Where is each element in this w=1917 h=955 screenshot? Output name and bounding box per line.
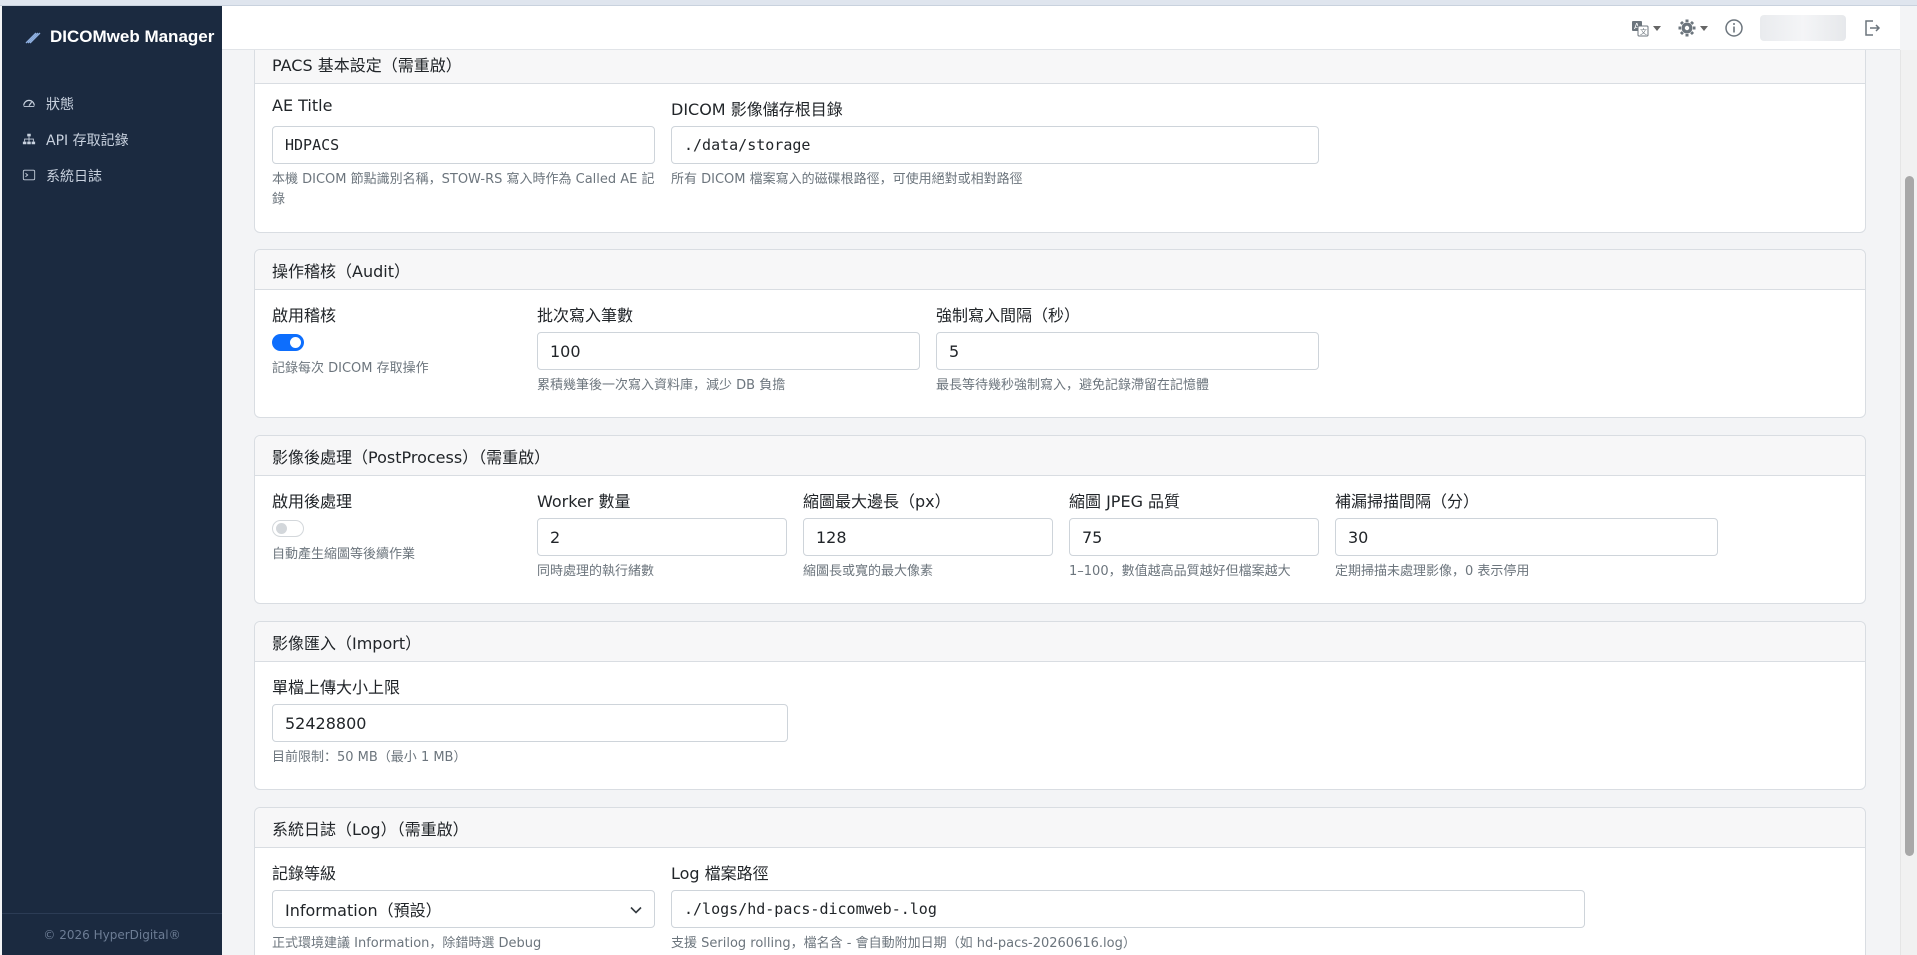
field-label: 強制寫入間隔（秒）	[936, 306, 1081, 325]
sidebar-item-label: 狀態	[46, 97, 74, 113]
field-label: 單檔上傳大小上限	[272, 678, 401, 697]
field-help: 本機 DICOM 節點識別名稱，STOW-RS 寫入時作為 Called AE …	[272, 172, 655, 207]
field-help: 1–100，數值越高品質越好但檔案越大	[1069, 564, 1291, 579]
chevron-down-icon	[1700, 25, 1708, 31]
info-icon	[1725, 19, 1743, 37]
sitemap-icon	[22, 132, 38, 148]
sidebar-item-api-log[interactable]: API 存取記錄	[2, 122, 222, 158]
flush-interval-input[interactable]: 5	[936, 332, 1319, 370]
logout-icon	[1865, 20, 1881, 36]
chevron-down-icon	[630, 906, 642, 914]
settings-dropdown[interactable]	[1677, 18, 1708, 38]
sidebar-footer: © 2026 HyperDigital®	[2, 913, 222, 955]
card-audit: 操作稽核（Audit） 啟用稽核 記錄每次 DICOM 存取操作 批次寫入筆數 …	[254, 249, 1866, 418]
thumb-max-input[interactable]: 128	[803, 518, 1053, 556]
field-help: 目前限制：50 MB（最小 1 MB）	[272, 750, 467, 765]
card-postprocess: 影像後處理（PostProcess）（需重啟） 啟用後處理 自動產生縮圖等後續作…	[254, 435, 1866, 604]
brand[interactable]: DICOMweb Manager	[2, 6, 222, 68]
logout-button[interactable]	[1862, 18, 1882, 38]
chevron-down-icon	[1653, 25, 1661, 31]
field-label: 啟用後處理	[272, 492, 353, 511]
sidebar-nav: 狀態 API 存取記錄 系統日誌	[2, 86, 222, 194]
ae-title-input[interactable]: HDPACS	[272, 126, 655, 164]
workers-input[interactable]: 2	[537, 518, 787, 556]
field-scan-interval: 補漏掃描間隔（分） 30 定期掃描未處理影像，0 表示停用	[1335, 488, 1718, 582]
log-level-select[interactable]: Information（預設）	[272, 890, 655, 928]
toggle-knob	[290, 337, 301, 348]
card-import: 影像匯入（Import） 單檔上傳大小上限 52428800 目前限制：50 M…	[254, 621, 1866, 790]
field-label: Log 檔案路徑	[671, 864, 769, 883]
field-help: 支援 Serilog rolling，檔名含 - 會自動附加日期（如 hd-pa…	[671, 936, 1136, 951]
field-help: 同時處理的執行緒數	[537, 564, 655, 579]
field-help: 所有 DICOM 檔案寫入的磁碟根路徑，可使用絕對或相對路徑	[671, 172, 1023, 187]
field-label: 啟用稽核	[272, 306, 337, 325]
field-help: 自動產生縮圖等後續作業	[272, 547, 416, 562]
card-title: PACS 基本設定（需重啟）	[255, 50, 1865, 84]
field-storage-root: DICOM 影像儲存根目錄 ./data/storage 所有 DICOM 檔案…	[671, 96, 1319, 190]
sidebar: DICOMweb Manager 狀態 API 存取記錄 系統日誌 © 2026…	[2, 6, 222, 955]
top-header: A文	[222, 6, 1900, 50]
svg-text:文: 文	[1640, 27, 1647, 36]
field-batch-size: 批次寫入筆數 100 累積幾筆後一次寫入資料庫，減少 DB 負擔	[537, 302, 920, 396]
dashboard-gauge-icon	[22, 96, 38, 112]
info-button[interactable]	[1724, 18, 1744, 38]
translate-icon: A文	[1632, 21, 1649, 37]
brand-name: DICOMweb Manager	[50, 27, 215, 46]
field-label: 記錄等級	[272, 864, 337, 883]
batch-size-input[interactable]: 100	[537, 332, 920, 370]
log-path-input[interactable]: ./logs/hd-pacs-dicomweb-.log	[671, 890, 1585, 928]
field-label: 批次寫入筆數	[537, 306, 634, 325]
audit-enable-toggle[interactable]	[272, 334, 304, 351]
field-help: 縮圖長或寬的最大像素	[803, 564, 934, 579]
field-flush-interval: 強制寫入間隔（秒） 5 最長等待幾秒強制寫入，避免記錄滯留在記憶體	[936, 302, 1319, 396]
settings-content: PACS 基本設定（需重啟） AE Title HDPACS 本機 DICOM …	[222, 50, 1900, 955]
field-label: AE Title	[272, 96, 333, 115]
card-title: 系統日誌（Log）（需重啟）	[255, 808, 1865, 848]
field-max-upload: 單檔上傳大小上限 52428800 目前限制：50 MB（最小 1 MB）	[272, 674, 788, 768]
field-ae-title: AE Title HDPACS 本機 DICOM 節點識別名稱，STOW-RS …	[272, 96, 655, 210]
field-log-path: Log 檔案路徑 ./logs/hd-pacs-dicomweb-.log 支援…	[671, 860, 1585, 954]
terminal-icon	[22, 168, 38, 184]
select-value: Information（預設）	[285, 901, 442, 920]
card-title: 影像後處理（PostProcess）（需重啟）	[255, 436, 1865, 476]
header-tools: A文	[1630, 6, 1882, 50]
card-title: 影像匯入（Import）	[255, 622, 1865, 662]
sidebar-item-label: 系統日誌	[46, 169, 102, 185]
card-pacs-settings: PACS 基本設定（需重啟） AE Title HDPACS 本機 DICOM …	[254, 50, 1866, 233]
field-workers: Worker 數量 2 同時處理的執行緒數	[537, 488, 787, 582]
scan-interval-input[interactable]: 30	[1335, 518, 1718, 556]
page-scrollbar[interactable]	[1900, 50, 1917, 955]
jpeg-quality-input[interactable]: 75	[1069, 518, 1319, 556]
field-label: DICOM 影像儲存根目錄	[671, 100, 843, 119]
storage-root-input[interactable]: ./data/storage	[671, 126, 1319, 164]
field-help: 最長等待幾秒強制寫入，避免記錄滯留在記憶體	[936, 378, 1210, 393]
field-audit-enable: 啟用稽核 記錄每次 DICOM 存取操作	[272, 302, 512, 379]
field-label: 補漏掃描間隔（分）	[1335, 492, 1480, 511]
language-dropdown[interactable]: A文	[1630, 18, 1661, 38]
field-postprocess-enable: 啟用後處理 自動產生縮圖等後續作業	[272, 488, 512, 565]
sidebar-item-system-log[interactable]: 系統日誌	[2, 158, 222, 194]
field-help: 定期掃描未處理影像，0 表示停用	[1335, 564, 1530, 579]
scrollbar-thumb[interactable]	[1905, 176, 1914, 856]
toggle-knob	[276, 523, 287, 534]
user-name-redacted	[1760, 15, 1846, 41]
brand-logo-icon	[25, 32, 41, 44]
postprocess-enable-toggle[interactable]	[272, 520, 304, 537]
field-help: 累積幾筆後一次寫入資料庫，減少 DB 負擔	[537, 378, 786, 393]
sidebar-item-status[interactable]: 狀態	[2, 86, 222, 122]
field-label: 縮圖 JPEG 品質	[1069, 492, 1181, 511]
gear-icon	[1678, 19, 1696, 37]
max-upload-input[interactable]: 52428800	[272, 704, 788, 742]
field-log-level: 記錄等級 Information（預設） 正式環境建議 Information，…	[272, 860, 655, 954]
field-help: 正式環境建議 Information，除錯時選 Debug	[272, 936, 542, 951]
sidebar-item-label: API 存取記錄	[46, 133, 129, 149]
field-help: 記錄每次 DICOM 存取操作	[272, 361, 429, 376]
field-thumb-max: 縮圖最大邊長（px） 128 縮圖長或寬的最大像素	[803, 488, 1053, 582]
card-log: 系統日誌（Log）（需重啟） 記錄等級 Information（預設） 正式環境…	[254, 807, 1866, 955]
field-jpeg-quality: 縮圖 JPEG 品質 75 1–100，數值越高品質越好但檔案越大	[1069, 488, 1319, 582]
field-label: 縮圖最大邊長（px）	[803, 492, 951, 511]
field-label: Worker 數量	[537, 492, 631, 511]
card-title: 操作稽核（Audit）	[255, 250, 1865, 290]
